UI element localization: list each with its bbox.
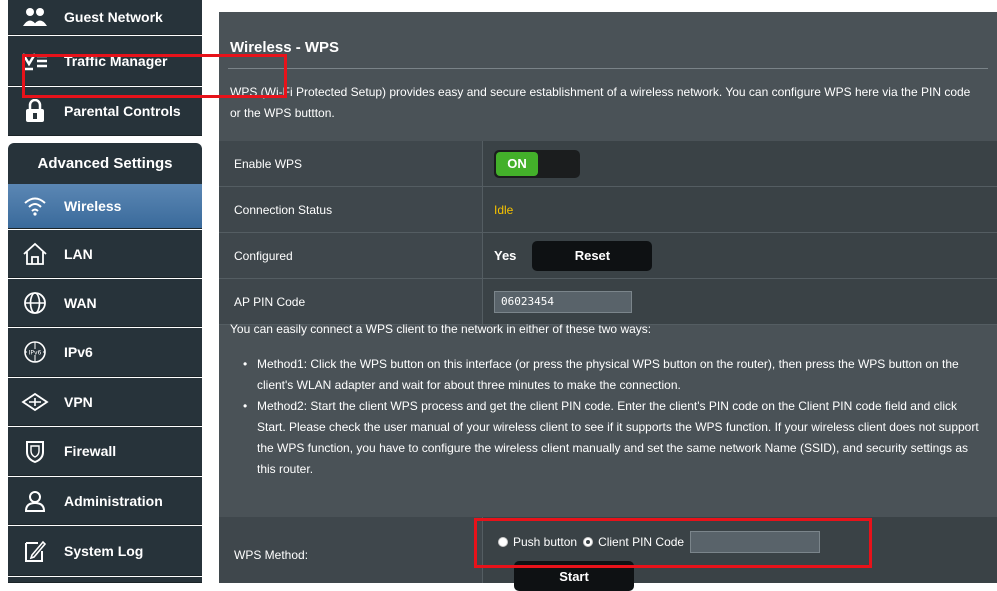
connection-status-cell: Idle [494,187,513,232]
sidebar-item-ipv6[interactable]: IPv6 IPv6 [8,328,202,377]
sidebar-item-wireless[interactable]: Wireless [8,184,202,229]
sidebar-item-label: Wireless [64,198,122,214]
configured-cell: Yes Reset [494,233,653,278]
sidebar-section-title: Advanced Settings [8,143,202,184]
sidebar-item-label: Firewall [64,443,117,459]
main-panel: Wireless - WPS WPS (Wi-Fi Protected Setu… [219,12,997,591]
table-row: Configured Yes Reset [219,233,997,279]
sidebar-item-label: IPv6 [64,344,93,360]
connection-status-label: Connection Status [219,187,483,232]
home-icon [20,239,50,269]
title-divider [228,68,988,69]
page-description: WPS (Wi-Fi Protected Setup) provides eas… [230,85,971,120]
sidebar-item-label: Parental Controls [64,103,181,119]
sidebar-item-label: WAN [64,294,97,311]
admin-user-icon [20,486,50,516]
ap-pin-code-field: 06023454 [494,290,632,313]
sidebar-item-label: Guest Network [64,9,163,25]
sidebar-item-system-log[interactable]: System Log [8,526,202,576]
wps-method-label: WPS Method: [219,517,483,583]
connection-status-value: Idle [494,202,514,217]
configured-value: Yes [494,248,517,263]
sidebar-item-label: LAN [64,245,93,262]
table-row: AP PIN Code 06023454 [219,279,997,325]
shield-icon [20,436,50,466]
guest-network-icon [20,2,50,32]
sidebar-item-guest-network[interactable]: Guest Network [8,0,202,35]
parental-controls-icon [20,96,50,126]
sidebar-item-wan[interactable]: WAN [8,279,202,327]
enable-wps-label: Enable WPS [219,141,483,186]
wifi-icon [20,191,50,221]
sidebar-item-label: Administration [64,492,163,509]
methods-list: Method1: Click the WPS button on this in… [243,354,983,480]
table-row: Connection Status Idle [219,187,997,233]
globe-icon [20,288,50,318]
sidebar-item-lan[interactable]: LAN [8,230,202,278]
list-item: Method1: Click the WPS button on this in… [243,354,983,396]
toggle-on-label: ON [496,151,538,176]
reset-button[interactable]: Reset [532,240,653,271]
configured-label: Configured [219,233,483,278]
ipv6-icon: IPv6 [20,337,50,367]
connect-intro-text: You can easily connect a WPS client to t… [230,322,652,336]
highlight-traffic-manager-box [22,54,287,98]
list-item: Method2: Start the client WPS process an… [243,396,983,480]
sidebar-item-vpn[interactable]: VPN [8,378,202,426]
table-row: Enable WPS ON [219,141,997,187]
ap-pin-cell: 06023454 [494,279,632,324]
vpn-icon [20,387,50,417]
svg-text:IPv6: IPv6 [29,350,42,357]
enable-wps-cell: ON [494,141,580,186]
enable-wps-toggle[interactable]: ON [494,149,580,178]
sidebar-item-firewall[interactable]: Firewall [8,427,202,476]
sidebar-item-label: VPN [64,393,93,410]
sidebar-item-partial [8,577,202,583]
highlight-wps-method-box [474,518,872,568]
system-log-icon [20,536,50,566]
sidebar-item-administration[interactable]: Administration [8,477,202,525]
ap-pin-code-label: AP PIN Code [219,279,483,324]
sidebar-item-label: System Log [64,542,144,559]
